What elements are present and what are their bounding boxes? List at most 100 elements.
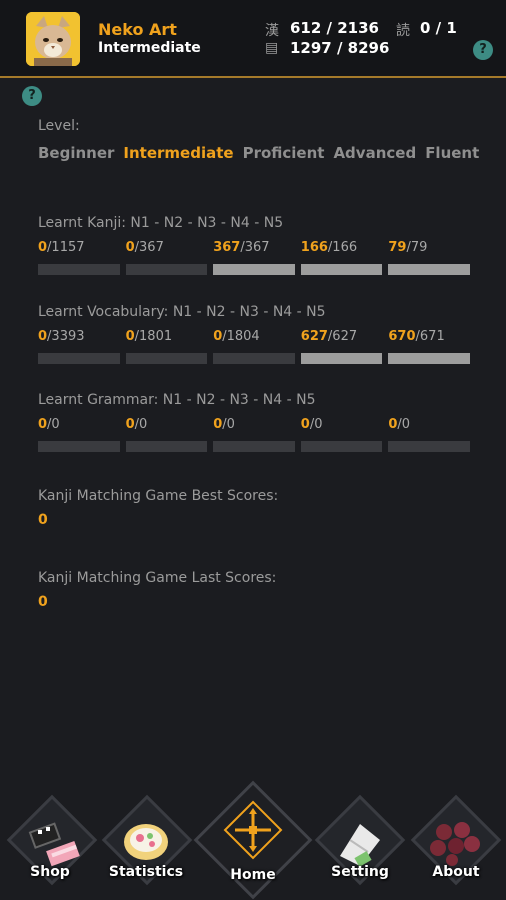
- profile-header: Neko Art Intermediate 漢 612 / 2136 読 0 /…: [0, 0, 506, 78]
- header-help-icon[interactable]: ?: [473, 40, 493, 60]
- learnt-count: 0: [125, 329, 135, 344]
- learnt-count: 0: [125, 417, 135, 432]
- learnt-count: 367: [213, 240, 241, 255]
- progress-fill: [388, 353, 470, 364]
- progress-fill: [388, 264, 470, 275]
- grammar-progress-bar: [38, 441, 120, 452]
- total-count: /1801: [134, 329, 173, 344]
- progress-fill: [300, 353, 383, 364]
- grammar-progress-bar: [125, 441, 208, 452]
- vocabulary-progress-text: 0/3393: [38, 329, 120, 347]
- setting-icon: [340, 824, 380, 867]
- total-count: /79: [406, 240, 428, 255]
- grammar-progress-cell: 0/0: [300, 417, 383, 452]
- kanji-progress-text: 0/367: [126, 240, 208, 258]
- nav-setting-label: Setting: [331, 864, 389, 880]
- user-name: Neko Art: [98, 20, 177, 39]
- total-count: /367: [134, 240, 164, 255]
- vocabulary-label: Learnt Vocabulary: N1 - N2 - N3 - N4 - N…: [38, 304, 326, 320]
- best-scores-label: Kanji Matching Game Best Scores:: [38, 488, 279, 504]
- about-icon: [430, 822, 480, 866]
- kanji-progress-bar: [213, 264, 295, 275]
- kanji-label: Learnt Kanji: N1 - N2 - N3 - N4 - N5: [38, 215, 284, 231]
- grammar-progress-bar: [300, 441, 383, 452]
- learnt-count: 627: [300, 329, 328, 344]
- vocabulary-progress-bar: [213, 353, 295, 364]
- vocabulary-progress-cell: 0/1801: [125, 329, 208, 364]
- reading-stat: 0 / 1: [420, 19, 457, 37]
- last-scores-label: Kanji Matching Game Last Scores:: [38, 570, 277, 586]
- kanji-progress-row: 0/1157 0/367 367/367 166/166 79/79: [38, 240, 470, 275]
- nav-about-label: About: [432, 864, 480, 880]
- kanji-progress-bar: [388, 264, 470, 275]
- kanji-icon: 漢: [265, 23, 279, 39]
- level-advanced[interactable]: Advanced: [333, 144, 416, 162]
- grammar-progress-bar: [213, 441, 295, 452]
- kanji-progress-cell: 79/79: [388, 240, 470, 275]
- kanji-progress-bar: [38, 264, 120, 275]
- level-beginner[interactable]: Beginner: [38, 144, 114, 162]
- grammar-progress-cell: 0/0: [125, 417, 208, 452]
- learnt-count: 670: [388, 329, 416, 344]
- kanji-progress-bar: [300, 264, 383, 275]
- nav-home-label: Home: [230, 867, 276, 883]
- total-count: /627: [327, 329, 358, 344]
- kanji-progress-bar: [125, 264, 208, 275]
- kanji-progress-cell: 0/367: [125, 240, 208, 275]
- level-proficient[interactable]: Proficient: [243, 144, 325, 162]
- grammar-progress-cell: 0/0: [38, 417, 120, 452]
- total-count: /0: [47, 417, 60, 432]
- statistics-icon: [124, 824, 168, 860]
- grammar-label: Learnt Grammar: N1 - N2 - N3 - N4 - N5: [38, 392, 316, 408]
- kanji-progress-cell: 166/166: [300, 240, 383, 275]
- total-count: /671: [415, 329, 445, 344]
- grammar-progress-text: 0/0: [301, 417, 383, 435]
- reading-icon: 読: [396, 23, 410, 39]
- grammar-progress-text: 0/0: [38, 417, 120, 435]
- vocabulary-progress-cell: 627/627: [300, 329, 383, 364]
- total-count: /1157: [47, 240, 85, 255]
- kanji-progress-text: 0/1157: [38, 240, 120, 258]
- level-label: Level:: [38, 118, 80, 134]
- user-level: Intermediate: [98, 40, 201, 56]
- learnt-count: 0: [213, 417, 223, 432]
- last-scores-value: 0: [38, 594, 48, 610]
- progress-fill: [213, 264, 295, 275]
- nav-shop-label: Shop: [30, 864, 70, 880]
- vocabulary-icon: ▤: [265, 40, 279, 56]
- learnt-count: 0: [300, 417, 310, 432]
- learnt-count: 0: [38, 240, 48, 255]
- total-count: /0: [222, 417, 235, 432]
- vocabulary-progress-text: 0/1801: [126, 329, 208, 347]
- vocabulary-progress-text: 670/671: [388, 329, 470, 347]
- vocabulary-progress-row: 0/3393 0/1801 0/1804 627/627 670/671: [38, 329, 470, 364]
- bottom-navigation: Shop Statistics Home Setting About: [0, 780, 506, 900]
- learnt-count: 0: [38, 329, 48, 344]
- total-count: /1804: [222, 329, 260, 344]
- grammar-progress-row: 0/0 0/0 0/0 0/0 0/0: [38, 417, 470, 452]
- total-count: /3393: [47, 329, 85, 344]
- grammar-progress-cell: 0/0: [388, 417, 470, 452]
- total-count: /0: [397, 417, 411, 432]
- learnt-count: 0: [213, 329, 223, 344]
- best-scores-value: 0: [38, 512, 48, 528]
- vocabulary-progress-cell: 0/1804: [213, 329, 295, 364]
- learnt-count: 166: [300, 240, 328, 255]
- grammar-progress-bar: [388, 441, 470, 452]
- level-intermediate[interactable]: Intermediate: [123, 144, 233, 162]
- level-fluent[interactable]: Fluent: [425, 144, 479, 162]
- grammar-progress-text: 0/0: [213, 417, 295, 435]
- grammar-progress-text: 0/0: [388, 417, 470, 435]
- progress-fill: [300, 264, 383, 275]
- vocabulary-progress-text: 627/627: [301, 329, 383, 347]
- home-compass-icon: [223, 800, 283, 860]
- kanji-progress-cell: 367/367: [213, 240, 295, 275]
- cat-avatar[interactable]: [26, 12, 80, 66]
- grammar-progress-cell: 0/0: [213, 417, 295, 452]
- kanji-progress-text: 79/79: [388, 240, 470, 258]
- learnt-count: 0: [38, 417, 48, 432]
- learnt-count: 79: [388, 240, 407, 255]
- level-selector: Beginner Intermediate Proficient Advance…: [38, 144, 488, 162]
- page-help-icon[interactable]: ?: [22, 86, 42, 106]
- kanji-progress-cell: 0/1157: [38, 240, 120, 275]
